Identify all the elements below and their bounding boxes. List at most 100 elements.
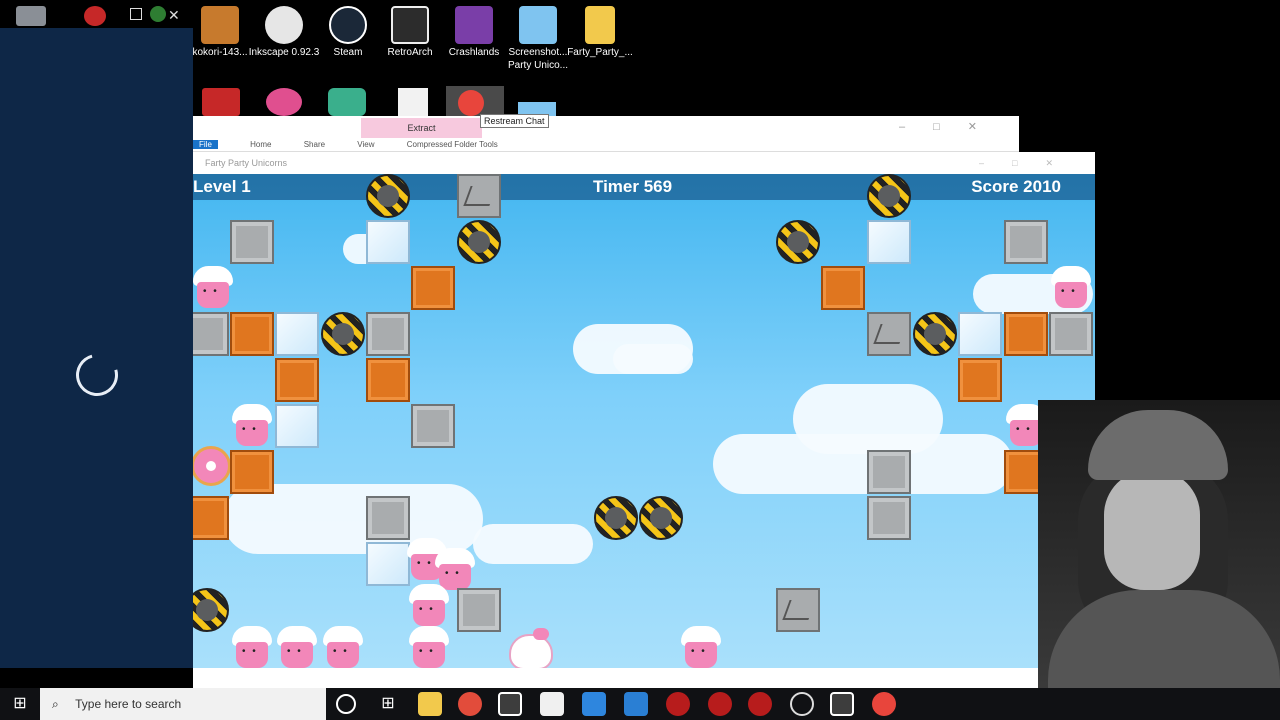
ice-tile [275, 312, 319, 356]
stone-tile [1049, 312, 1093, 356]
maximize-icon[interactable] [130, 8, 142, 20]
window-title: Farty Party Unicorns [205, 158, 288, 168]
tooltip: Restream Chat [480, 114, 549, 128]
obs-icon[interactable] [790, 692, 814, 716]
file-explorer-icon[interactable] [418, 692, 442, 716]
tab-file[interactable]: File [193, 140, 218, 149]
ice-tile [275, 404, 319, 448]
webcam-overlay [1038, 400, 1280, 690]
twitch-icon[interactable] [540, 692, 564, 716]
hazard-tile [639, 496, 683, 540]
ice-tile [867, 220, 911, 264]
streamer-face [1104, 470, 1200, 590]
window-controls[interactable]: –□✕ [979, 152, 1081, 174]
restream-icon[interactable] [446, 86, 504, 116]
cupcake-enemy [407, 626, 451, 668]
stone-tile [366, 496, 410, 540]
timer-label: Timer 569 [593, 177, 673, 196]
paint-icon[interactable] [266, 88, 302, 116]
taskbar: ⊞ ⌕ Type here to search ⊞ [0, 688, 1280, 720]
ribbon-tabs: File Home Share View Compressed Folder T… [193, 140, 528, 152]
tab-view[interactable]: View [357, 140, 374, 149]
gamemaker-icon[interactable] [498, 692, 522, 716]
taskbar-search[interactable]: ⌕ Type here to search [40, 688, 326, 720]
image-file-icon [519, 6, 557, 44]
restream-icon[interactable] [872, 692, 896, 716]
game-window[interactable]: Farty Party Unicorns –□✕ Level 1 Timer 5… [193, 152, 1095, 688]
stone-tile [867, 450, 911, 494]
document-icon[interactable] [398, 88, 428, 116]
start-button[interactable]: ⊞ [0, 688, 40, 720]
recycle-bin-icon[interactable] [16, 6, 46, 26]
wood-tile [275, 358, 319, 402]
crashlands-icon [455, 6, 493, 44]
ice-tile [366, 220, 410, 264]
cloud [473, 524, 593, 564]
extract-tab[interactable]: Extract [361, 118, 482, 138]
app-icon[interactable] [748, 692, 772, 716]
desktop-icon-farty-party[interactable]: Farty_Party_... [564, 6, 636, 59]
stone-tile [230, 220, 274, 264]
donut-pickup [193, 446, 231, 486]
gamemaker-icon[interactable] [830, 692, 854, 716]
stone-tile [867, 496, 911, 540]
search-placeholder: Type here to search [75, 697, 182, 711]
game-titlebar[interactable]: Farty Party Unicorns –□✕ [193, 152, 1095, 174]
cortana-icon[interactable] [336, 694, 356, 714]
chrome-icon[interactable] [458, 692, 482, 716]
wood-tile [230, 312, 274, 356]
hazard-tile [594, 496, 638, 540]
ice-tile [958, 312, 1002, 356]
side-panel [0, 28, 193, 668]
app-icon[interactable] [84, 6, 106, 26]
streamlabs-icon[interactable] [328, 88, 366, 116]
stone-tile [193, 312, 229, 356]
cupcake-enemy [230, 404, 274, 448]
app-icon[interactable] [708, 692, 732, 716]
stone-tile [1004, 220, 1048, 264]
score-label: Score 2010 [971, 177, 1061, 196]
stone-tile [366, 312, 410, 356]
window-controls[interactable]: –□✕ [899, 120, 1005, 133]
desktop-icon-retroarch[interactable]: RetroArch [374, 6, 446, 59]
wood-tile [1004, 312, 1048, 356]
cracked-stone-tile [867, 312, 911, 356]
affinity-icon[interactable] [582, 692, 606, 716]
tab-compressed-folder-tools[interactable]: Compressed Folder Tools [407, 140, 498, 149]
tab-home[interactable]: Home [250, 140, 271, 149]
wood-tile [411, 266, 455, 310]
desktop-icon-kokori[interactable]: kokori-143... [184, 6, 256, 59]
desktop-icon-crashlands[interactable]: Crashlands [438, 6, 510, 59]
game-canvas[interactable]: Level 1 Timer 569 Score 2010 [193, 174, 1095, 668]
hazard-tile [867, 174, 911, 218]
cupcake-enemy [193, 266, 235, 310]
game-hud: Level 1 Timer 569 Score 2010 [193, 174, 1095, 200]
inkscape-icon [265, 6, 303, 44]
app-icon[interactable] [666, 692, 690, 716]
task-view-icon[interactable]: ⊞ [376, 692, 400, 716]
retroarch-icon [391, 6, 429, 44]
cupcake-enemy [230, 626, 274, 668]
close-icon[interactable]: ✕ [168, 6, 180, 26]
search-icon: ⌕ [52, 697, 59, 711]
file-explorer-window[interactable]: Extract File Home Share View Compressed … [193, 116, 1019, 152]
pdf-icon[interactable] [202, 88, 240, 116]
tree-icon[interactable] [150, 6, 166, 22]
wood-tile [366, 358, 410, 402]
hazard-tile [913, 312, 957, 356]
cracked-stone-tile [457, 174, 501, 218]
stone-tile [457, 588, 501, 632]
cupcake-enemy [275, 626, 319, 668]
ice-tile [366, 542, 410, 586]
hazard-tile [193, 588, 229, 632]
wood-tile [193, 496, 229, 540]
desktop-icon-inkscape[interactable]: Inkscape 0.92.3 [248, 6, 320, 59]
cupcake-enemy [407, 584, 451, 628]
cupcake-enemy [679, 626, 723, 668]
wood-tile [230, 450, 274, 494]
tab-share[interactable]: Share [304, 140, 325, 149]
vscode-icon[interactable] [624, 692, 648, 716]
zip-folder-icon [585, 6, 615, 44]
desktop-screen: ✕ kokori-143... Inkscape 0.92.3 Steam Re… [0, 0, 1280, 720]
wood-tile [821, 266, 865, 310]
